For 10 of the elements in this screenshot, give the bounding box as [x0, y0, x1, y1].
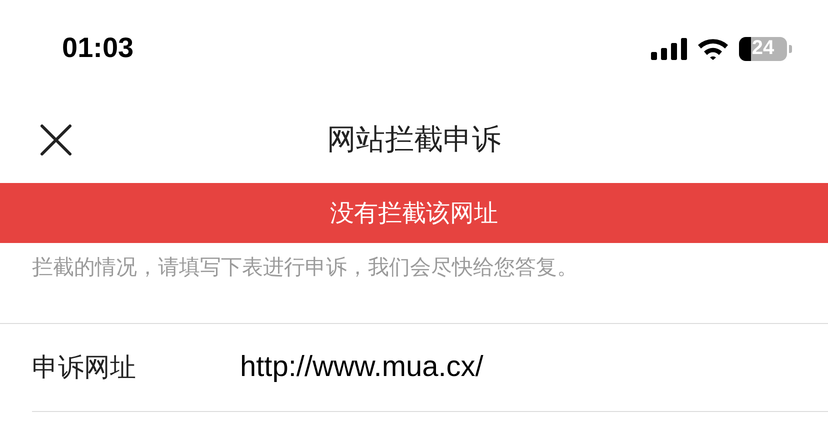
url-field[interactable]: http://www.mua.cx/	[240, 351, 484, 384]
close-icon[interactable]	[40, 124, 72, 156]
page-title: 网站拦截申诉	[326, 121, 502, 158]
battery-icon: 24	[739, 36, 787, 60]
status-time: 01:03	[62, 32, 134, 64]
signal-icon	[651, 38, 687, 60]
field-label: 申诉网址	[32, 352, 137, 385]
alert-banner: 没有拦截该网址	[0, 183, 828, 243]
description-text: 拦截的情况，请填写下表进行申诉，我们会尽快给您答复。	[0, 243, 828, 324]
wifi-icon	[697, 38, 729, 60]
